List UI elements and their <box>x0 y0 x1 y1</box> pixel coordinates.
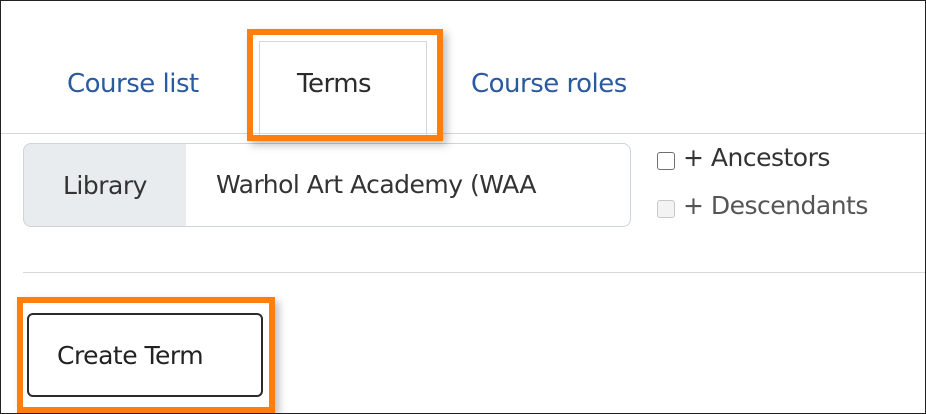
tab-course-list[interactable]: Course list <box>67 69 199 99</box>
library-input-value: Warhol Art Academy (WAA <box>216 170 537 199</box>
tab-course-roles[interactable]: Course roles <box>471 69 627 99</box>
section-divider <box>23 272 925 273</box>
descendants-checkbox[interactable] <box>657 200 675 218</box>
screenshot-frame: Course list Terms Course roles Library W… <box>0 0 926 414</box>
ancestors-label[interactable]: + Ancestors <box>683 143 830 172</box>
tabs-divider <box>1 133 925 134</box>
highlight-box-create-term <box>17 297 275 413</box>
ancestors-checkbox[interactable] <box>657 152 675 170</box>
highlight-box-terms <box>247 29 443 141</box>
library-input[interactable]: Warhol Art Academy (WAA <box>186 143 631 227</box>
descendants-label[interactable]: + Descendants <box>683 191 868 220</box>
library-prefix-label: Library <box>63 171 147 200</box>
